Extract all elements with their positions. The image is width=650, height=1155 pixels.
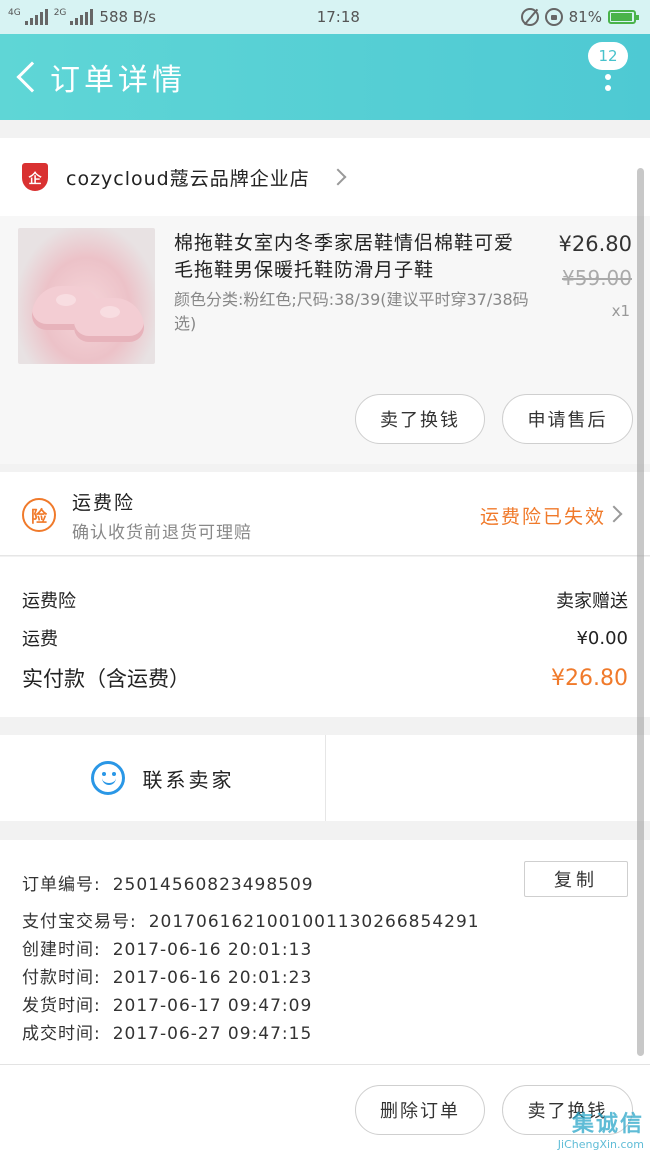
network-type-1: 4G — [8, 8, 21, 18]
watermark-text: JiChengXin.com — [557, 1138, 644, 1151]
back-button[interactable] — [4, 47, 50, 107]
info-label: 订单编号: — [22, 875, 101, 895]
fee-label: 运费险 — [22, 591, 76, 612]
info-label: 支付宝交易号: — [22, 912, 137, 932]
total-paid-value: ¥26.80 — [551, 665, 628, 691]
alipay-number-line: 支付宝交易号: 2017061621001001130266854291 — [22, 907, 480, 932]
signal-icon — [24, 9, 48, 25]
product-thumbnail[interactable] — [18, 228, 155, 364]
delete-order-button[interactable]: 删除订单 — [355, 1085, 485, 1135]
mute-icon — [520, 8, 539, 26]
bottom-action-bar: 删除订单 卖了换钱 集诚信 JiChengXin.com — [0, 1064, 650, 1155]
signal-icon-2 — [70, 9, 94, 25]
shipping-insurance-row[interactable]: 险 运费险 确认收货前退货可理赔 运费险已失效 — [0, 472, 650, 556]
shipped-time-line: 发货时间: 2017-06-17 09:47:09 — [22, 991, 312, 1016]
paid-time: 2017-06-16 20:01:23 — [112, 968, 313, 988]
created-time-line: 创建时间: 2017-06-16 20:01:13 — [22, 935, 312, 960]
app-header: 订单详情 12 — [0, 34, 650, 120]
after-sales-button[interactable]: 申请售后 — [502, 394, 633, 444]
status-left: 4G 2G 588 B/s — [8, 8, 156, 26]
status-bar: 4G 2G 588 B/s 17:18 81% — [0, 0, 650, 34]
store-row[interactable]: 企 cozycloud蔻云品牌企业店 — [0, 138, 650, 216]
fee-summary: 运费险 卖家赠送 运费 ¥0.00 实付款（含运费） ¥26.80 — [0, 557, 650, 717]
store-badge-icon: 企 — [22, 163, 48, 191]
more-dots-icon — [605, 74, 611, 91]
watermark-logo: 集诚信 — [571, 1112, 644, 1137]
fee-row-total: 实付款（含运费） ¥26.80 — [22, 663, 628, 693]
battery-icon — [607, 10, 639, 24]
fee-value: ¥0.00 — [576, 627, 628, 649]
insurance-status: 运费险已失效 — [479, 506, 606, 528]
slipper-image — [74, 298, 144, 342]
fee-label: 实付款（含运费） — [22, 667, 190, 691]
insurance-icon: 险 — [22, 498, 56, 532]
more-menu-button[interactable]: 12 — [586, 42, 630, 112]
chevron-left-icon — [16, 61, 48, 93]
chat-smiley-icon — [90, 761, 125, 795]
contact-seller-label: 联系卖家 — [142, 767, 235, 792]
scrollbar[interactable] — [637, 168, 644, 1056]
contact-seller-button[interactable]: 联系卖家 — [0, 735, 326, 821]
watermark: 集诚信 JiChengXin.com — [558, 1106, 644, 1151]
page-title: 订单详情 — [50, 63, 186, 98]
product-sku: 颜色分类:粉红色;尺码:38/39(建议平时穿37/38码选) — [174, 290, 529, 333]
product-quantity: x1 — [611, 302, 630, 320]
fee-label: 运费 — [22, 629, 58, 650]
fee-row: 运费险 卖家赠送 — [22, 587, 628, 613]
clock: 17:18 — [316, 8, 360, 26]
fee-row: 运费 ¥0.00 — [22, 625, 628, 651]
info-label: 成交时间: — [22, 1024, 101, 1044]
store-name: cozycloud蔻云品牌企业店 — [66, 167, 310, 190]
shipped-time: 2017-06-17 09:47:09 — [112, 996, 313, 1016]
order-number: 250145608234985​09 — [112, 875, 314, 895]
battery-percent: 81% — [568, 8, 602, 26]
network-speed: 588 B/s — [99, 8, 156, 26]
chevron-right-icon — [605, 505, 623, 523]
completed-time: 2017-06-27 09:47:15 — [112, 1024, 313, 1044]
network-type-2: 2G — [53, 8, 67, 18]
created-time: 2017-06-16 20:01:13 — [112, 940, 313, 960]
alipay-number: 2017061621001001130266854291 — [148, 912, 480, 932]
order-info: 订单编号: 250145608234985​09 复制 支付宝交易号: 201706… — [0, 840, 650, 1064]
info-label: 付款时间: — [22, 968, 101, 988]
product-price: ¥26.80 — [558, 232, 632, 256]
order-number-line: 订单编号: 250145608234985​09 — [22, 870, 314, 895]
insurance-subtitle: 确认收货前退货可理赔 — [72, 523, 252, 543]
status-right: 81% — [520, 8, 639, 26]
resell-button[interactable]: 卖了换钱 — [355, 394, 485, 444]
product-title[interactable]: 棉拖鞋女室内冬季家居鞋情侣棉鞋可爱毛拖鞋男保暖托鞋防滑月子鞋 — [174, 230, 526, 284]
fee-value: 卖家赠送 — [556, 591, 628, 612]
completed-time-line: 成交时间: 2017-06-27 09:47:15 — [22, 1019, 312, 1044]
paid-time-line: 付款时间: 2017-06-16 20:01:23 — [22, 963, 312, 988]
product-item[interactable]: 棉拖鞋女室内冬季家居鞋情侣棉鞋可爱毛拖鞋男保暖托鞋防滑月子鞋 颜色分类:粉红色;… — [0, 216, 650, 464]
info-label: 发货时间: — [22, 996, 101, 1016]
rotation-lock-icon — [544, 8, 563, 26]
insurance-title: 运费险 — [72, 492, 136, 514]
contact-bar: 联系卖家 — [0, 735, 650, 821]
chevron-right-icon — [329, 168, 347, 186]
message-badge: 12 — [588, 42, 628, 70]
copy-button[interactable]: 复制 — [524, 861, 628, 897]
product-original-price: ¥59.00 — [562, 266, 632, 290]
info-label: 创建时间: — [22, 940, 101, 960]
